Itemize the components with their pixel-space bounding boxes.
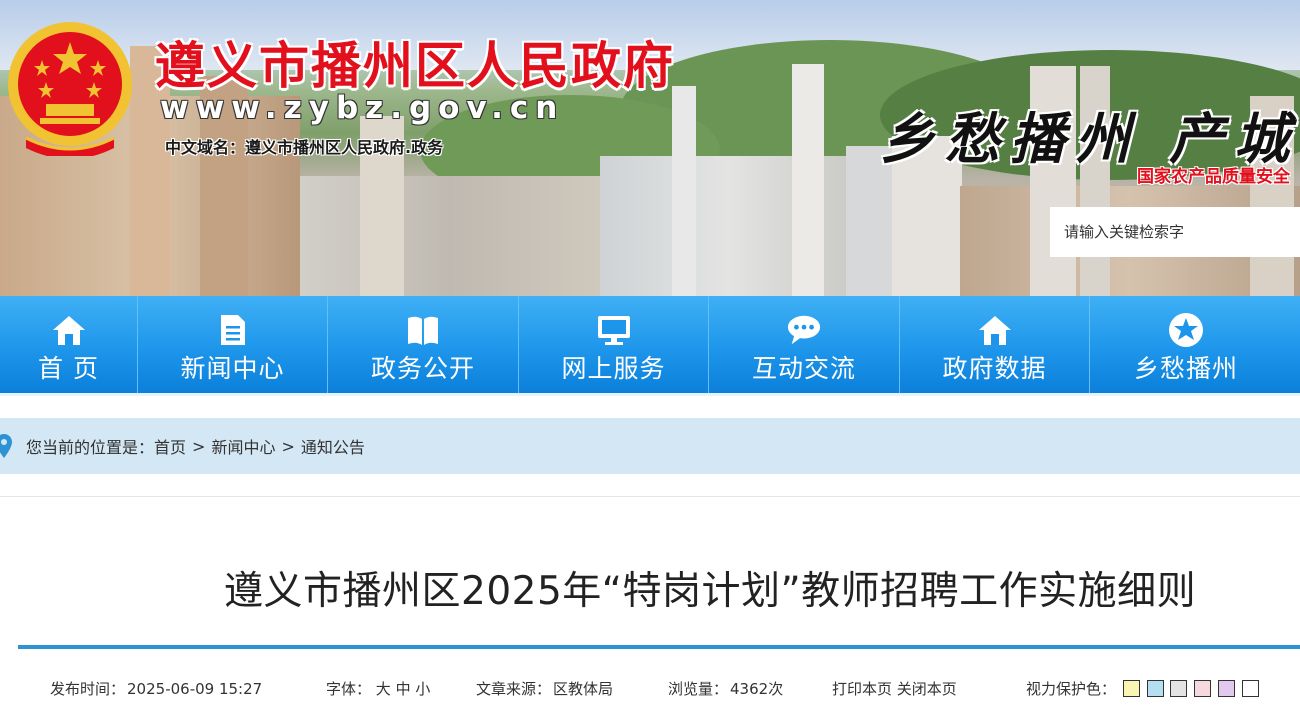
title-rule: [18, 645, 1300, 649]
eye-care-colors: 视力保护色：: [1026, 678, 1259, 699]
article-title: 遵义市播州区2025年“特岗计划”教师招聘工作实施细则: [224, 569, 1197, 614]
national-emblem-icon: [8, 22, 132, 156]
nav-item-interaction[interactable]: 互动交流: [709, 296, 900, 396]
breadcrumb-news-link[interactable]: 新闻中心: [211, 434, 275, 458]
view-count: 浏览量： 4362次: [668, 678, 783, 699]
eye-care-swatch-pink[interactable]: [1194, 680, 1212, 697]
main-nav: 首 页 新闻中心 政务公开 网上服务 互动交流 政府数据 乡愁播州: [0, 296, 1300, 396]
banner-building: [792, 64, 824, 296]
views-label: 浏览量：: [668, 680, 729, 698]
font-size-small-button[interactable]: 小: [415, 680, 430, 698]
nav-item-home[interactable]: 首 页: [0, 296, 138, 396]
header-banner: 遵义市播州区人民政府 www.zybz.gov.cn 中文域名：遵义市播州区人民…: [0, 0, 1300, 296]
book-icon: [405, 312, 441, 348]
nav-item-label: 乡愁播州: [1133, 354, 1238, 383]
article-source: 文章来源： 区教体局: [476, 678, 613, 699]
building-icon: [977, 312, 1013, 348]
font-size-medium-button[interactable]: 中: [396, 680, 411, 698]
nav-item-label: 首 页: [38, 354, 99, 383]
breadcrumb-separator: >: [281, 436, 295, 456]
font-size-large-button[interactable]: 大: [376, 680, 391, 698]
nav-item-news[interactable]: 新闻中心: [138, 296, 328, 396]
font-size-label: 字体：: [326, 680, 372, 698]
banner-building: [672, 86, 696, 296]
nav-item-gov-data[interactable]: 政府数据: [900, 296, 1090, 396]
nav-item-nostalgia[interactable]: 乡愁播州: [1090, 296, 1282, 396]
nav-underline: [0, 393, 1300, 396]
publish-time: 发布时间： 2025-06-09 15:27: [50, 678, 262, 699]
close-page-button[interactable]: 关闭本页: [897, 680, 957, 698]
eye-care-swatch-white[interactable]: [1241, 680, 1259, 697]
banner-building: [300, 176, 600, 296]
eye-care-swatch-blue[interactable]: [1146, 680, 1164, 697]
nav-item-label: 网上服务: [561, 354, 666, 383]
search-input[interactable]: [1050, 207, 1300, 257]
chat-icon: [786, 312, 822, 348]
source-label: 文章来源：: [476, 680, 552, 698]
publish-time-label: 发布时间：: [50, 680, 126, 698]
star-icon: [1168, 312, 1204, 348]
monitor-icon: [596, 312, 632, 348]
eye-care-swatch-yellow[interactable]: [1122, 680, 1140, 697]
breadcrumb-prefix: 您当前的位置是：: [26, 438, 155, 457]
eye-care-label: 视力保护色：: [1026, 680, 1117, 698]
publish-time-value: 2025-06-09 15:27: [127, 680, 263, 698]
home-icon: [51, 312, 87, 348]
source-value: 区教体局: [553, 680, 614, 698]
nav-item-label: 政务公开: [370, 354, 475, 383]
breadcrumb-home-link[interactable]: 首页: [154, 434, 186, 458]
views-value: 4362次: [730, 680, 784, 698]
site-url: www.zybz.gov.cn: [160, 90, 565, 126]
nav-item-label: 政府数据: [942, 354, 1047, 383]
eye-care-swatch-gray[interactable]: [1170, 680, 1188, 697]
nav-item-label: 新闻中心: [180, 354, 285, 383]
document-icon: [215, 312, 251, 348]
breadcrumb-notice-link[interactable]: 通知公告: [301, 434, 365, 458]
site-title: 遵义市播州区人民政府: [155, 36, 675, 95]
page-actions: 打印本页 关闭本页: [832, 678, 957, 699]
breadcrumb-separator: >: [192, 436, 206, 456]
eye-care-swatch-purple[interactable]: [1217, 680, 1235, 697]
location-pin-icon: [0, 434, 12, 458]
nav-item-online-service[interactable]: 网上服务: [519, 296, 709, 396]
font-size-control: 字体： 大 中 小: [326, 678, 430, 699]
breadcrumb: 您当前的位置是： 首页 > 新闻中心 > 通知公告: [0, 418, 1300, 474]
nav-item-gov-affairs[interactable]: 政务公开: [328, 296, 519, 396]
print-page-button[interactable]: 打印本页: [832, 680, 892, 698]
banner-sub-slogan: 国家农产品质量安全: [1137, 167, 1290, 187]
site-domain: 中文域名：遵义市播州区人民政府.政务: [165, 138, 444, 157]
nav-item-label: 互动交流: [751, 354, 856, 383]
content-divider: [0, 496, 1300, 497]
